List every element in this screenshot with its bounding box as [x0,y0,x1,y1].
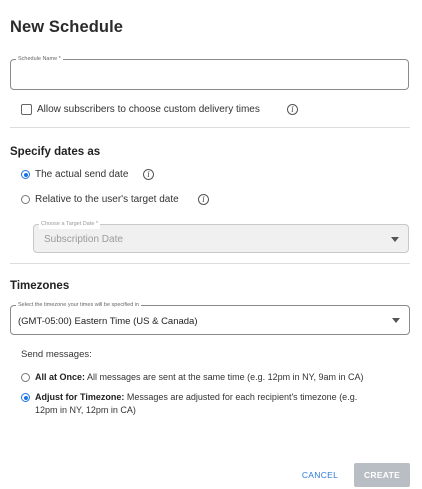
timezone-select-value: (GMT-05:00) Eastern Time (US & Canada) [18,316,198,327]
radio-relative-target-date[interactable] [21,195,30,204]
timezone-select[interactable]: Select the timezone your times will be s… [10,301,410,335]
custom-delivery-label[interactable]: Allow subscribers to choose custom deliv… [37,104,260,115]
info-icon[interactable]: i [287,104,298,115]
chevron-down-icon [392,318,400,323]
custom-delivery-checkbox[interactable] [21,104,32,115]
info-icon[interactable]: i [143,169,154,180]
divider-middle [10,263,410,264]
schedule-name-label: Schedule Name * [16,55,63,64]
timezone-select-label: Select the timezone your times will be s… [16,301,142,310]
chevron-down-icon [391,237,399,242]
radio-relative-target-date-label[interactable]: Relative to the user's target date [35,194,179,205]
radio-all-at-once[interactable] [21,373,30,382]
timezones-section-title: Timezones [10,280,70,292]
radio-actual-send-date-label[interactable]: The actual send date [35,169,128,180]
adjust-timezone-description-cont: 12pm in NY, 12pm in CA) [35,405,136,415]
target-date-label: Choose a Target Date * [39,220,101,229]
dates-section-title: Specify dates as [10,146,101,158]
adjust-timezone-description: Messages are adjusted for each recipient… [126,392,358,402]
all-at-once-description: All messages are sent at the same time (… [87,372,364,382]
target-date-select: Choose a Target Date * Subscription Date [33,220,409,253]
radio-all-at-once-label[interactable]: All at Once: All messages are sent at th… [35,372,364,382]
send-messages-label: Send messages: [21,349,92,360]
cancel-button[interactable]: CANCEL [296,469,344,481]
info-icon[interactable]: i [198,194,209,205]
create-button[interactable]: CREATE [354,463,410,487]
radio-adjust-timezone-label[interactable]: Adjust for Timezone: Messages are adjust… [35,392,357,402]
adjust-timezone-title: Adjust for Timezone: [35,392,125,402]
radio-actual-send-date[interactable] [21,170,30,179]
divider-top [10,127,410,128]
target-date-value: Subscription Date [44,234,123,245]
dialog-title: New Schedule [10,18,124,36]
all-at-once-title: All at Once: [35,372,86,382]
schedule-name-field[interactable]: Schedule Name * [10,55,409,90]
radio-adjust-timezone[interactable] [21,393,30,402]
